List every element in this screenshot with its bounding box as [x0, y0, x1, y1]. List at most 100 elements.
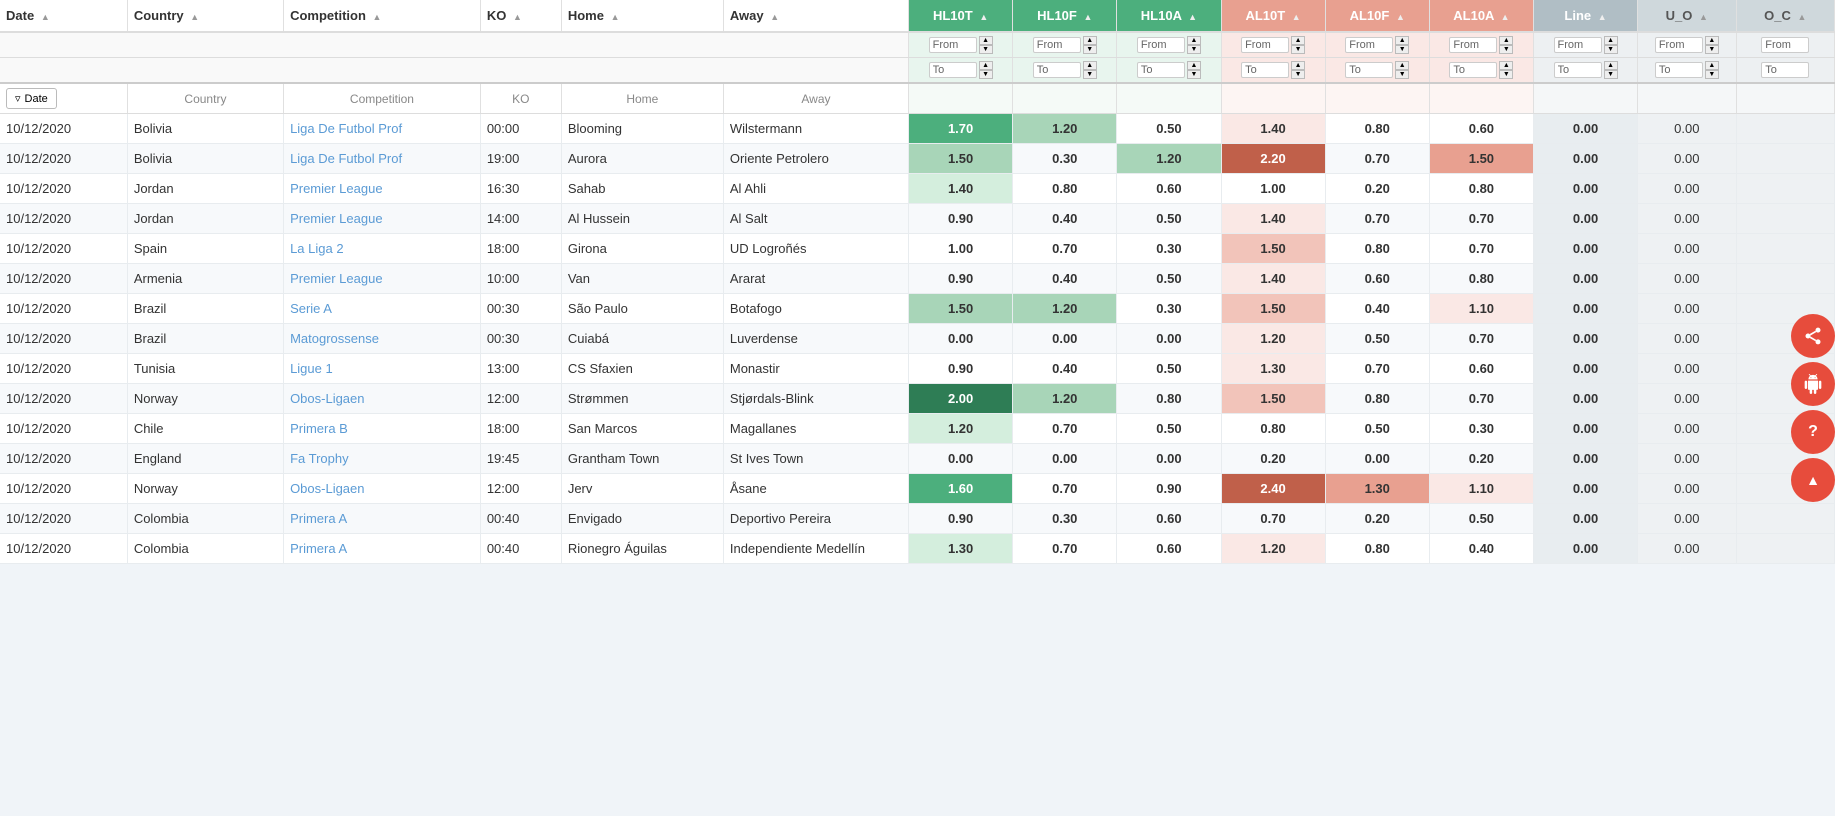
hl10t-from-up[interactable]: ▲ [979, 36, 993, 45]
al10a-from-up[interactable]: ▲ [1499, 36, 1513, 45]
hl10f-to-input[interactable] [1033, 62, 1081, 78]
line-from-down[interactable]: ▼ [1604, 45, 1618, 54]
al10t-to-spinner[interactable]: ▲ ▼ [1291, 61, 1305, 79]
cell-competition[interactable]: Liga De Futbol Prof [284, 114, 481, 144]
col-country[interactable]: Country ▲ [127, 0, 283, 32]
hl10t-to-input[interactable] [929, 62, 977, 78]
al10a-to-down[interactable]: ▼ [1499, 70, 1513, 79]
date-filter-th[interactable]: ▿ Date [0, 83, 127, 114]
col-hl10f[interactable]: HL10F ▲ [1013, 0, 1117, 32]
uo-to-spinner[interactable]: ▲ ▼ [1705, 61, 1719, 79]
hl10t-from-down[interactable]: ▼ [979, 45, 993, 54]
cell-competition[interactable]: Fa Trophy [284, 444, 481, 474]
date-filter-button[interactable]: ▿ Date [6, 88, 57, 109]
col-date[interactable]: Date ▲ [0, 0, 127, 32]
col-al10a[interactable]: AL10A ▲ [1429, 0, 1533, 32]
android-button[interactable] [1791, 362, 1835, 406]
al10a-from-spinner[interactable]: ▲ ▼ [1499, 36, 1513, 54]
line-from-spinner[interactable]: ▲ ▼ [1604, 36, 1618, 54]
al10t-to-up[interactable]: ▲ [1291, 61, 1305, 70]
cell-competition[interactable]: Premier League [284, 264, 481, 294]
al10f-from-spinner[interactable]: ▲ ▼ [1395, 36, 1409, 54]
hl10a-from-spinner[interactable]: ▲ ▼ [1187, 36, 1201, 54]
col-ko[interactable]: KO ▲ [480, 0, 561, 32]
uo-to-up[interactable]: ▲ [1705, 61, 1719, 70]
al10f-to-up[interactable]: ▲ [1395, 61, 1409, 70]
hl10t-to-up[interactable]: ▲ [979, 61, 993, 70]
al10f-to-down[interactable]: ▼ [1395, 70, 1409, 79]
share-button[interactable] [1791, 314, 1835, 358]
hl10a-to-down[interactable]: ▼ [1187, 70, 1201, 79]
line-to-down[interactable]: ▼ [1604, 70, 1618, 79]
cell-competition[interactable]: Ligue 1 [284, 354, 481, 384]
cell-competition[interactable]: Serie A [284, 294, 481, 324]
hl10f-to-down[interactable]: ▼ [1083, 70, 1097, 79]
help-button[interactable]: ? [1791, 410, 1835, 454]
hl10f-from-down[interactable]: ▼ [1083, 45, 1097, 54]
col-al10f[interactable]: AL10F ▲ [1325, 0, 1429, 32]
col-line[interactable]: Line ▲ [1533, 0, 1637, 32]
al10t-from-input[interactable] [1241, 37, 1289, 53]
col-oc[interactable]: O_C ▲ [1736, 0, 1835, 32]
cell-competition[interactable]: Primera B [284, 414, 481, 444]
line-to-input[interactable] [1554, 62, 1602, 78]
al10f-from-input[interactable] [1345, 37, 1393, 53]
al10t-from-spinner[interactable]: ▲ ▼ [1291, 36, 1305, 54]
cell-competition[interactable]: Matogrossense [284, 324, 481, 354]
al10f-to-input[interactable] [1345, 62, 1393, 78]
col-hl10a[interactable]: HL10A ▲ [1117, 0, 1221, 32]
hl10f-to-up[interactable]: ▲ [1083, 61, 1097, 70]
uo-to-input[interactable] [1655, 62, 1703, 78]
hl10f-from-input[interactable] [1033, 37, 1081, 53]
cell-competition[interactable]: Obos-Ligaen [284, 474, 481, 504]
al10t-to-input[interactable] [1241, 62, 1289, 78]
cell-competition[interactable]: Premier League [284, 174, 481, 204]
hl10a-to-input[interactable] [1137, 62, 1185, 78]
uo-to-down[interactable]: ▼ [1705, 70, 1719, 79]
al10a-from-input[interactable] [1449, 37, 1497, 53]
col-hl10t[interactable]: HL10T ▲ [909, 0, 1013, 32]
cell-competition[interactable]: Obos-Ligaen [284, 384, 481, 414]
line-to-up[interactable]: ▲ [1604, 61, 1618, 70]
hl10a-from-up[interactable]: ▲ [1187, 36, 1201, 45]
uo-from-up[interactable]: ▲ [1705, 36, 1719, 45]
uo-from-spinner[interactable]: ▲ ▼ [1705, 36, 1719, 54]
oc-from-input[interactable] [1761, 37, 1809, 53]
hl10a-from-input[interactable] [1137, 37, 1185, 53]
al10f-to-spinner[interactable]: ▲ ▼ [1395, 61, 1409, 79]
col-competition[interactable]: Competition ▲ [284, 0, 481, 32]
hl10f-from-spinner[interactable]: ▲ ▼ [1083, 36, 1097, 54]
line-to-spinner[interactable]: ▲ ▼ [1604, 61, 1618, 79]
al10a-to-spinner[interactable]: ▲ ▼ [1499, 61, 1513, 79]
cell-competition[interactable]: Primera A [284, 504, 481, 534]
al10t-from-up[interactable]: ▲ [1291, 36, 1305, 45]
col-away[interactable]: Away ▲ [723, 0, 908, 32]
al10t-from-down[interactable]: ▼ [1291, 45, 1305, 54]
hl10f-from-up[interactable]: ▲ [1083, 36, 1097, 45]
line-from-input[interactable] [1554, 37, 1602, 53]
cell-competition[interactable]: Premier League [284, 204, 481, 234]
scroll-up-button[interactable]: ▲ [1791, 458, 1835, 502]
al10t-to-down[interactable]: ▼ [1291, 70, 1305, 79]
cell-competition[interactable]: Liga De Futbol Prof [284, 144, 481, 174]
cell-competition[interactable]: La Liga 2 [284, 234, 481, 264]
al10f-from-up[interactable]: ▲ [1395, 36, 1409, 45]
oc-to-input[interactable] [1761, 62, 1809, 78]
hl10f-to-spinner[interactable]: ▲ ▼ [1083, 61, 1097, 79]
al10f-from-down[interactable]: ▼ [1395, 45, 1409, 54]
hl10t-from-spinner[interactable]: ▲ ▼ [979, 36, 993, 54]
col-al10t[interactable]: AL10T ▲ [1221, 0, 1325, 32]
hl10t-from-input[interactable] [929, 37, 977, 53]
hl10a-to-up[interactable]: ▲ [1187, 61, 1201, 70]
hl10t-to-down[interactable]: ▼ [979, 70, 993, 79]
hl10a-from-down[interactable]: ▼ [1187, 45, 1201, 54]
hl10t-to-spinner[interactable]: ▲ ▼ [979, 61, 993, 79]
uo-from-input[interactable] [1655, 37, 1703, 53]
col-home[interactable]: Home ▲ [561, 0, 723, 32]
col-uo[interactable]: U_O ▲ [1638, 0, 1736, 32]
al10a-to-input[interactable] [1449, 62, 1497, 78]
al10a-to-up[interactable]: ▲ [1499, 61, 1513, 70]
hl10a-to-spinner[interactable]: ▲ ▼ [1187, 61, 1201, 79]
al10a-from-down[interactable]: ▼ [1499, 45, 1513, 54]
cell-competition[interactable]: Primera A [284, 534, 481, 564]
